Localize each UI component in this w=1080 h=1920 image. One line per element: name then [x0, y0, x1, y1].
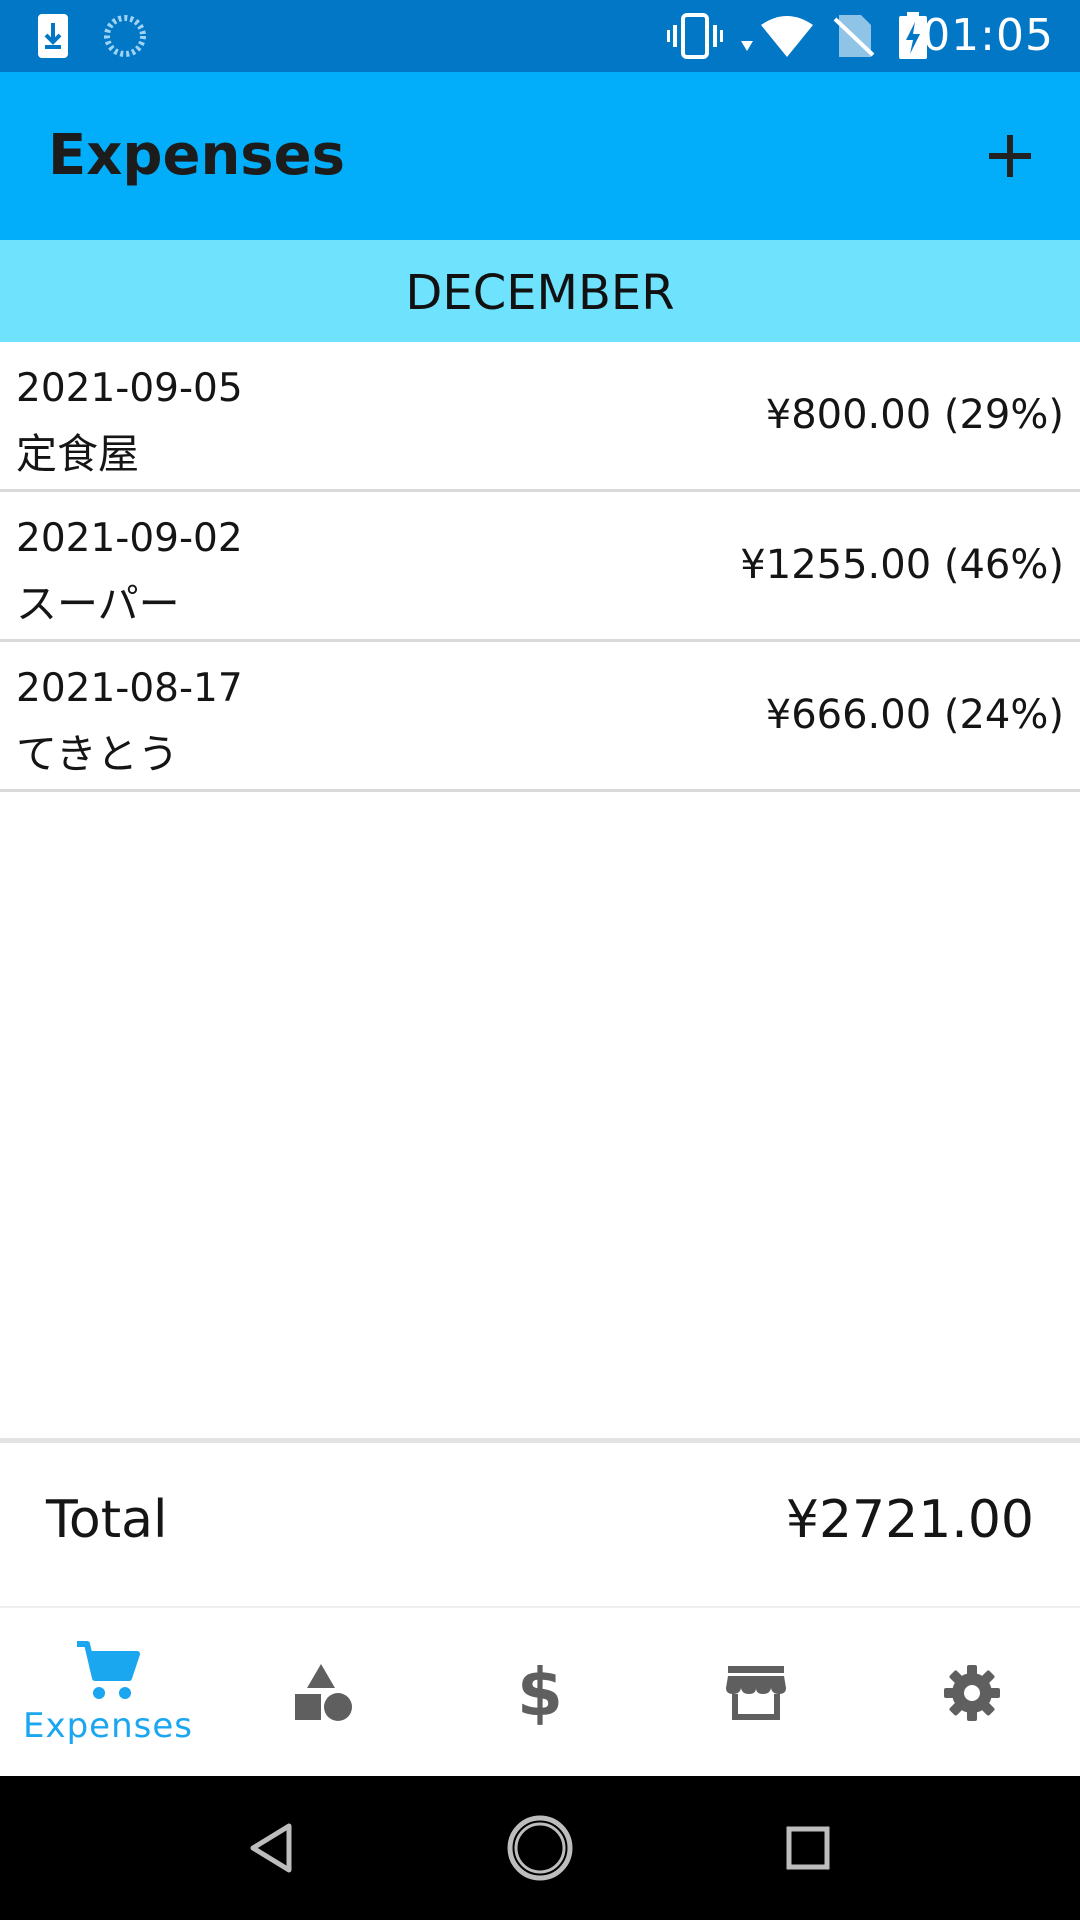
add-expense-button[interactable] [964, 110, 1056, 202]
cart-icon [77, 1641, 140, 1699]
nav-item-stores[interactable] [648, 1608, 864, 1778]
recents-button[interactable] [766, 1806, 850, 1890]
expenses-screen: 01:05 Expenses DECEMBER 2021-09-05 定食屋 ¥… [0, 0, 1080, 1920]
nav-item-settings[interactable] [864, 1608, 1080, 1778]
home-icon [507, 1815, 573, 1881]
no-sim-icon [832, 0, 876, 72]
expense-name: てきとう [16, 730, 179, 778]
expense-amount: ¥666.00 (24%) [765, 692, 1064, 738]
plus-icon [989, 135, 1031, 177]
expense-date: 2021-09-05 [16, 366, 243, 411]
list-item[interactable]: 2021-09-02 スーパー ¥1255.00 (46%) [0, 492, 1080, 642]
categories-icon [295, 1664, 352, 1721]
nav-item-expenses[interactable]: Expenses [0, 1608, 216, 1778]
recents-icon [786, 1826, 830, 1870]
total-value: ¥2721.00 [785, 1490, 1034, 1550]
expense-amount: ¥800.00 (29%) [765, 392, 1064, 438]
back-icon [250, 1823, 292, 1873]
expense-date: 2021-08-17 [16, 666, 243, 711]
list-item[interactable]: 2021-08-17 てきとう ¥666.00 (24%) [0, 642, 1080, 792]
expense-name: スーパー [16, 580, 180, 628]
wifi-icon [736, 0, 818, 72]
total-divider [0, 1438, 1080, 1443]
bottom-navigation: Expenses $ [0, 1606, 1080, 1778]
home-button[interactable] [498, 1806, 582, 1890]
nav-label-expenses: Expenses [23, 1706, 193, 1746]
expense-list: 2021-09-05 定食屋 ¥800.00 (29%) 2021-09-02 … [0, 342, 1080, 792]
month-header: DECEMBER [0, 240, 1080, 342]
system-navigation-bar [0, 1776, 1080, 1920]
status-time: 01:05 [922, 10, 1054, 61]
total-label: Total [46, 1490, 168, 1550]
store-icon [726, 1666, 786, 1720]
download-icon [36, 0, 70, 72]
loading-icon [102, 0, 148, 72]
back-button[interactable] [229, 1806, 313, 1890]
gear-icon [944, 1665, 1000, 1721]
nav-item-budget[interactable]: $ [432, 1608, 648, 1778]
dollar-icon: $ [517, 1654, 563, 1731]
nav-item-categories[interactable] [216, 1608, 432, 1778]
status-bar: 01:05 [0, 0, 1080, 72]
vibrate-icon [666, 0, 724, 72]
expense-date: 2021-09-02 [16, 516, 243, 561]
expense-name: 定食屋 [16, 430, 139, 478]
expense-amount: ¥1255.00 (46%) [740, 542, 1064, 588]
page-title: Expenses [48, 123, 345, 188]
list-item[interactable]: 2021-09-05 定食屋 ¥800.00 (29%) [0, 342, 1080, 492]
app-toolbar: Expenses [0, 72, 1080, 240]
